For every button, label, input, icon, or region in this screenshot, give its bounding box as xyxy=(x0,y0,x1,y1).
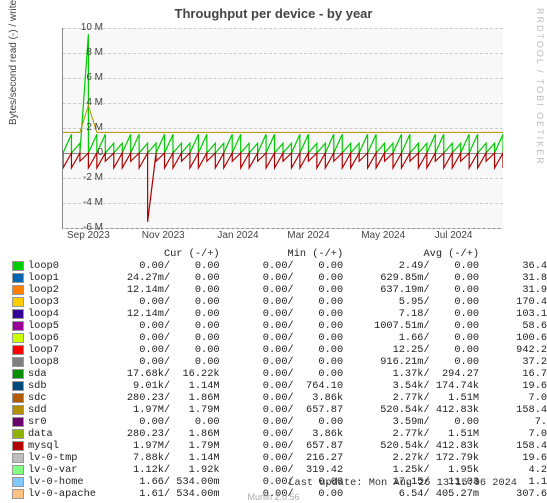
x-tick-label: Jan 2024 xyxy=(217,230,258,241)
plot-area xyxy=(62,28,503,229)
y-tick-label: 6 M xyxy=(67,72,103,83)
y-tick-label: -2 M xyxy=(67,172,103,183)
legend-swatch xyxy=(12,381,24,391)
y-tick-label: 0 xyxy=(67,147,103,158)
legend-swatch xyxy=(12,321,24,331)
legend-swatch xyxy=(12,369,24,379)
legend-text: mysql 1.97M/ 1.79M 0.00/ 657.87 520.54k/… xyxy=(28,440,547,452)
x-tick-label: Mar 2024 xyxy=(287,230,329,241)
x-tick-label: Nov 2023 xyxy=(142,230,185,241)
x-tick-label: Sep 2023 xyxy=(67,230,110,241)
chart-title: Throughput per device - by year xyxy=(0,6,547,21)
legend-text: loop5 0.00/ 0.00 0.00/ 0.00 1007.51m/ 0.… xyxy=(28,320,547,332)
y-tick-label: 10 M xyxy=(67,22,103,33)
x-tick-label: Jul 2024 xyxy=(435,230,473,241)
legend-text: sdc 280.23/ 1.86M 0.00/ 3.86k 2.77k/ 1.5… xyxy=(28,392,547,404)
legend-row: lv-0-tmp 7.88k/ 1.14M 0.00/ 216.27 2.27k… xyxy=(12,452,547,464)
legend-row: loop0 0.00/ 0.00 0.00/ 0.00 2.49/ 0.00 3… xyxy=(12,260,547,272)
legend-text: loop3 0.00/ 0.00 0.00/ 0.00 5.95/ 0.00 1… xyxy=(28,296,547,308)
legend-row: loop4 12.14m/ 0.00 0.00/ 0.00 7.18/ 0.00… xyxy=(12,308,547,320)
legend-text: data 280.23/ 1.86M 0.00/ 3.86k 2.77k/ 1.… xyxy=(28,428,547,440)
legend-swatch xyxy=(12,393,24,403)
chart-lines xyxy=(63,28,503,228)
legend-row: sda 17.68k/ 16.22k 0.00/ 0.00 1.37k/ 294… xyxy=(12,368,547,380)
legend-text: sdb 9.01k/ 1.14M 0.00/ 764.10 3.54k/ 174… xyxy=(28,380,547,392)
series-write xyxy=(63,34,503,153)
legend-text: sr0 0.00/ 0.00 0.00/ 0.00 3.59m/ 0.00 7.… xyxy=(28,416,547,428)
legend-row: sdd 1.97M/ 1.79M 0.00/ 657.87 520.54k/ 4… xyxy=(12,404,547,416)
legend-row: sdc 280.23/ 1.86M 0.00/ 3.86k 2.77k/ 1.5… xyxy=(12,392,547,404)
legend-swatch xyxy=(12,441,24,451)
legend-text: loop7 0.00/ 0.00 0.00/ 0.00 12.25/ 0.00 … xyxy=(28,344,547,356)
legend-text: loop8 0.00/ 0.00 0.00/ 0.00 916.21m/ 0.0… xyxy=(28,356,547,368)
legend-swatch xyxy=(12,345,24,355)
legend-text: loop1 24.27m/ 0.00 0.00/ 0.00 629.85m/ 0… xyxy=(28,272,547,284)
tool-watermark: RRDTOOL / TOBI OETIKER xyxy=(535,8,545,166)
legend-row: loop2 12.14m/ 0.00 0.00/ 0.00 637.19m/ 0… xyxy=(12,284,547,296)
legend-row: lv-0-var 1.12k/ 1.92k 0.00/ 319.42 1.25k… xyxy=(12,464,547,476)
legend-swatch xyxy=(12,297,24,307)
legend-row: loop8 0.00/ 0.00 0.00/ 0.00 916.21m/ 0.0… xyxy=(12,356,547,368)
y-tick-label: -4 M xyxy=(67,197,103,208)
y-tick-label: 4 M xyxy=(67,97,103,108)
legend-row: loop6 0.00/ 0.00 0.00/ 0.00 1.66/ 0.00 1… xyxy=(12,332,547,344)
legend-text: sda 17.68k/ 16.22k 0.00/ 0.00 1.37k/ 294… xyxy=(28,368,547,380)
legend-text: sdd 1.97M/ 1.79M 0.00/ 657.87 520.54k/ 4… xyxy=(28,404,547,416)
legend-row: loop5 0.00/ 0.00 0.00/ 0.00 1007.51m/ 0.… xyxy=(12,320,547,332)
legend-text: lv-0-tmp 7.88k/ 1.14M 0.00/ 216.27 2.27k… xyxy=(28,452,547,464)
y-tick-label: 2 M xyxy=(67,122,103,133)
legend-row: loop1 24.27m/ 0.00 0.00/ 0.00 629.85m/ 0… xyxy=(12,272,547,284)
legend-swatch xyxy=(12,357,24,367)
legend-text: loop4 12.14m/ 0.00 0.00/ 0.00 7.18/ 0.00… xyxy=(28,308,547,320)
legend-text: loop6 0.00/ 0.00 0.00/ 0.00 1.66/ 0.00 1… xyxy=(28,332,547,344)
legend-row: loop3 0.00/ 0.00 0.00/ 0.00 5.95/ 0.00 1… xyxy=(12,296,547,308)
legend-swatch xyxy=(12,261,24,271)
last-update-label: Last update: Mon Aug 26 13:15:06 2024 xyxy=(288,477,517,489)
legend-swatch xyxy=(12,273,24,283)
x-tick-label: May 2024 xyxy=(361,230,405,241)
legend-swatch xyxy=(12,333,24,343)
legend-text: loop2 12.14m/ 0.00 0.00/ 0.00 637.19m/ 0… xyxy=(28,284,547,296)
legend: Cur (-/+) Min (-/+) Avg (-/+) Max (-/+) … xyxy=(12,248,547,500)
legend-row: sdb 9.01k/ 1.14M 0.00/ 764.10 3.54k/ 174… xyxy=(12,380,547,392)
legend-swatch xyxy=(12,285,24,295)
y-axis-label: Bytes/second read (-) / write (+) xyxy=(8,0,19,125)
legend-row: mysql 1.97M/ 1.79M 0.00/ 657.87 520.54k/… xyxy=(12,440,547,452)
legend-swatch xyxy=(12,465,24,475)
legend-row: loop7 0.00/ 0.00 0.00/ 0.00 12.25/ 0.00 … xyxy=(12,344,547,356)
y-tick-label: 8 M xyxy=(67,47,103,58)
legend-header: Cur (-/+) Min (-/+) Avg (-/+) Max (-/+) xyxy=(12,248,547,260)
legend-swatch xyxy=(12,453,24,463)
legend-text: lv-0-var 1.12k/ 1.92k 0.00/ 319.42 1.25k… xyxy=(28,464,547,476)
legend-swatch xyxy=(12,429,24,439)
legend-row: sr0 0.00/ 0.00 0.00/ 0.00 3.59m/ 0.00 7.… xyxy=(12,416,547,428)
series-read xyxy=(63,153,503,222)
series-envelope xyxy=(63,106,503,133)
legend-swatch xyxy=(12,417,24,427)
legend-swatch xyxy=(12,405,24,415)
legend-text: loop0 0.00/ 0.00 0.00/ 0.00 2.49/ 0.00 3… xyxy=(28,260,547,272)
legend-swatch xyxy=(12,477,24,487)
legend-row: data 280.23/ 1.86M 0.00/ 3.86k 2.77k/ 1.… xyxy=(12,428,547,440)
gridline xyxy=(63,228,503,229)
tool-version: Munin 2.0.56 xyxy=(0,492,547,502)
legend-swatch xyxy=(12,309,24,319)
